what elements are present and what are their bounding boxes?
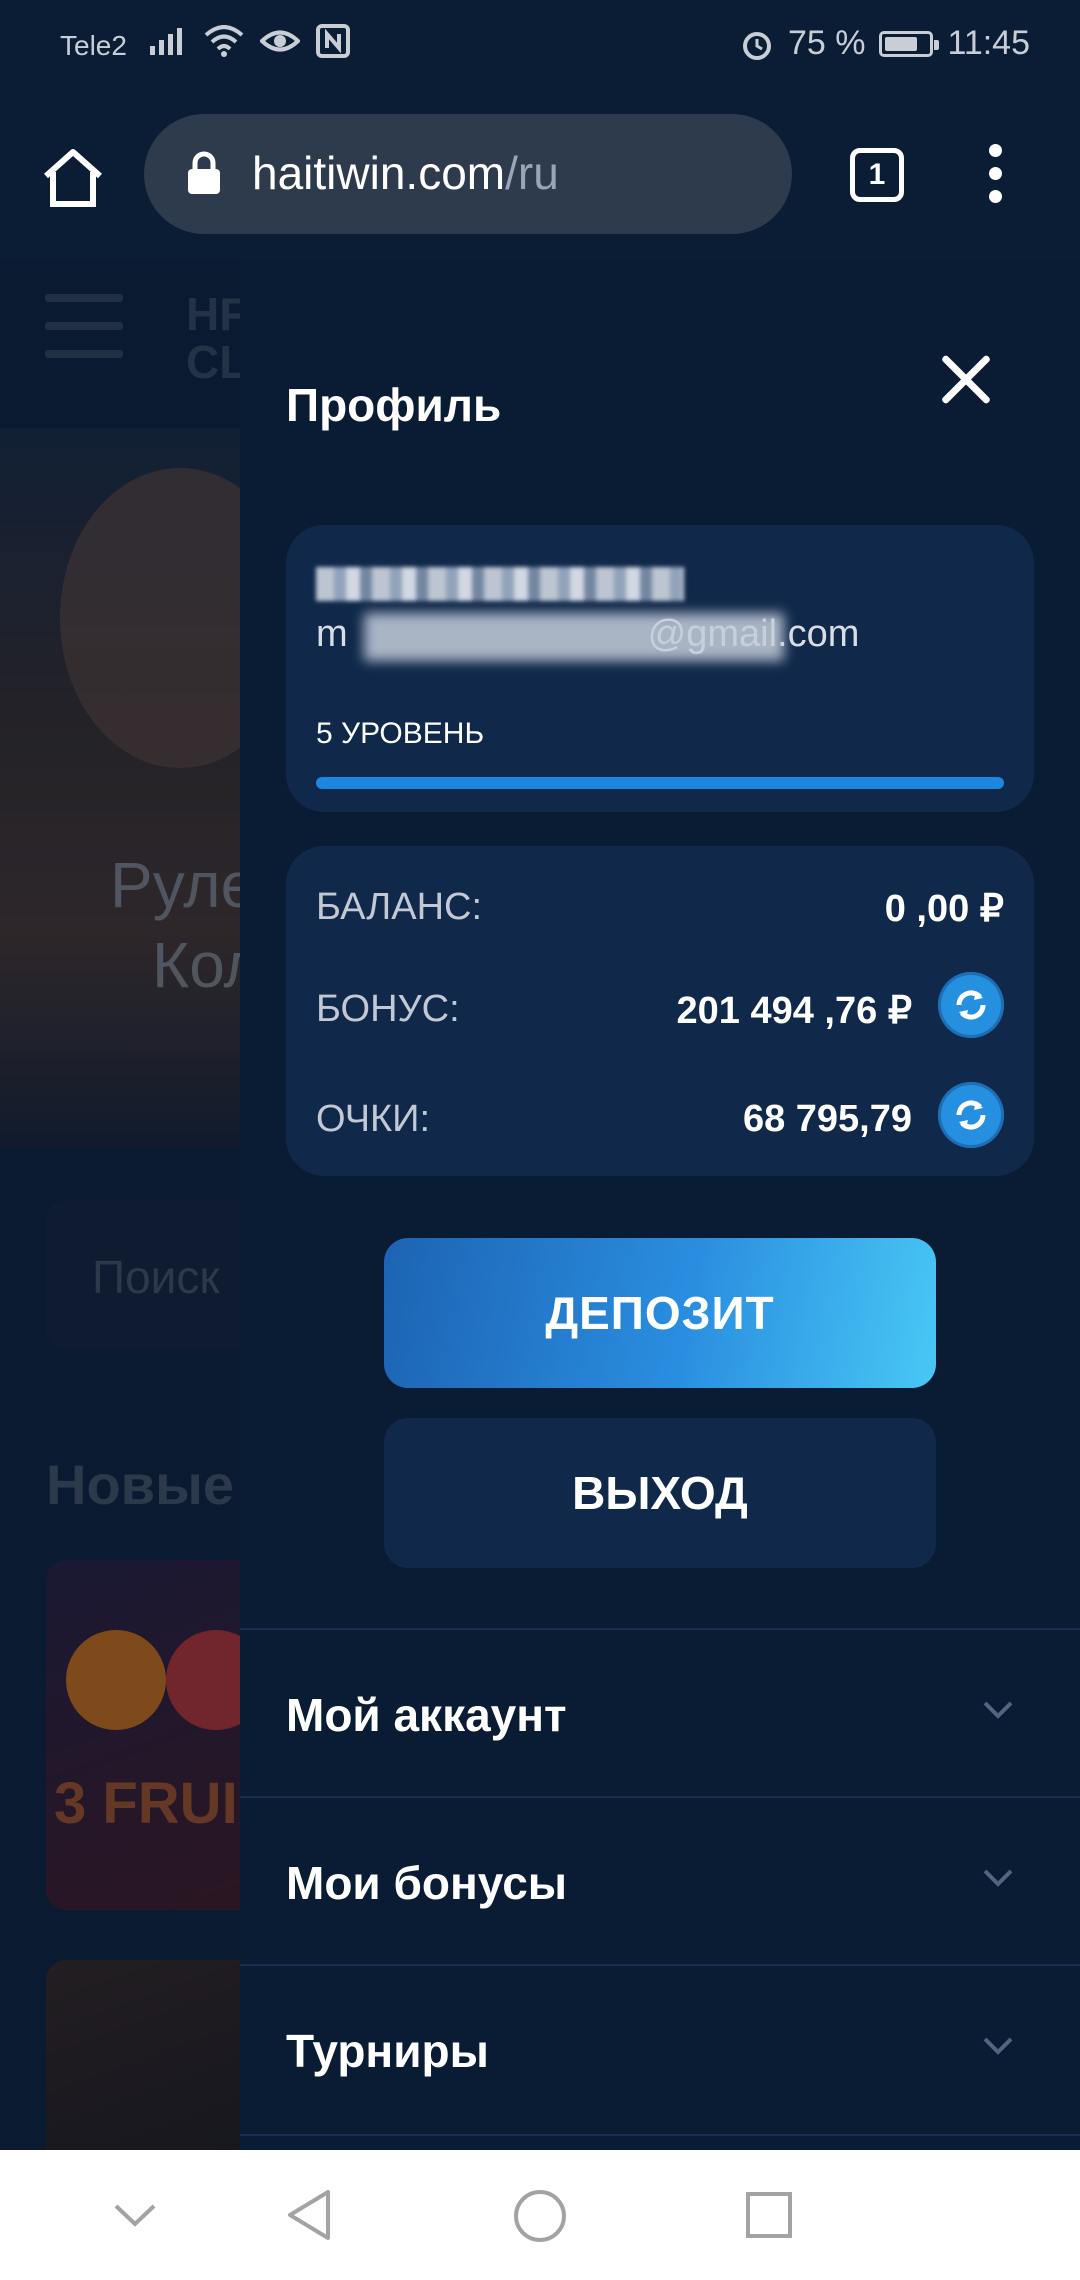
level-progress-fill [316, 777, 1004, 789]
system-nav-bar [0, 2150, 1080, 2280]
profile-panel: Профиль m@gmail.com 5 УРОВЕНЬ БАЛАНС: 0 … [240, 260, 1080, 2150]
hide-keyboard-icon[interactable] [112, 2202, 158, 2230]
menu-item-label: Мои бонусы [286, 1857, 568, 1909]
bonus-row: БОНУС: 201 494 ,76 ₽ [316, 972, 1004, 1038]
chevron-down-icon [983, 2037, 1013, 2055]
nfc-icon [316, 24, 350, 58]
menu-item-label: Турниры [286, 2025, 489, 2077]
refresh-points-icon[interactable] [938, 1082, 1004, 1148]
url-text: haitiwin.com/ru [252, 146, 559, 200]
tab-switcher-button[interactable]: 1 [850, 148, 904, 202]
menu-item-tournaments[interactable]: Турниры [240, 1964, 1080, 2136]
redacted-email [364, 613, 784, 661]
points-value: 68 795,79 [742, 1098, 912, 1140]
wifi-icon [204, 25, 244, 57]
signal-icon [150, 28, 182, 55]
balance-value: 0 ,00 ₽ [884, 888, 1004, 930]
chevron-down-icon [983, 1869, 1013, 1887]
url-path: /ru [505, 147, 559, 199]
menu-item-my-bonuses[interactable]: Мои бонусы [240, 1796, 1080, 1966]
balance-row: БАЛАНС: 0 ,00 ₽ [316, 876, 1004, 936]
status-bar: Tele2 75 % 11:45 [0, 0, 1080, 92]
logout-button[interactable]: ВЫХОД [384, 1418, 936, 1568]
status-icons-left [148, 24, 350, 58]
lock-icon [188, 151, 220, 194]
alarm-icon [742, 31, 771, 60]
menu-item-label: Мой аккаунт [286, 1689, 567, 1741]
points-row: ОЧКИ: 68 795,79 [316, 1082, 1004, 1148]
overlay-scrim[interactable] [0, 260, 240, 2150]
overflow-menu-icon[interactable] [980, 144, 1010, 214]
panel-title: Профиль [286, 379, 502, 431]
user-card: m@gmail.com 5 УРОВЕНЬ [286, 525, 1034, 812]
points-label: ОЧКИ: [316, 1098, 431, 1140]
clock: 11:45 [947, 24, 1030, 62]
refresh-bonus-icon[interactable] [938, 972, 1004, 1038]
status-icons-right: 75 % 11:45 [740, 24, 1030, 63]
battery-level [885, 36, 918, 51]
back-icon[interactable] [284, 2188, 334, 2242]
balance-card: БАЛАНС: 0 ,00 ₽ БОНУС: 201 494 ,76 ₽ ОЧК… [286, 846, 1034, 1176]
level-progress-bar [316, 777, 1004, 789]
url-domain: haitiwin.com [252, 147, 506, 199]
deposit-button[interactable]: ДЕПОЗИТ [384, 1238, 936, 1388]
battery-percent: 75 % [787, 24, 866, 62]
address-bar[interactable]: haitiwin.com/ru [144, 114, 792, 234]
carrier-name: Tele2 [60, 30, 127, 61]
redacted-username [316, 567, 684, 601]
bonus-value: 201 494 ,76 ₽ [676, 990, 912, 1032]
menu-item-my-account[interactable]: Мой аккаунт [240, 1628, 1080, 1798]
eye-icon [260, 30, 300, 52]
bonus-label: БОНУС: [316, 988, 460, 1030]
home-icon[interactable] [38, 142, 108, 212]
close-icon[interactable] [936, 350, 996, 410]
browser-toolbar: haitiwin.com/ru 1 [0, 92, 1080, 260]
chevron-down-icon [983, 1701, 1013, 1719]
balance-label: БАЛАНС: [316, 886, 483, 928]
home-nav-icon[interactable] [512, 2188, 568, 2244]
battery-icon [879, 30, 940, 57]
user-level: 5 УРОВЕНЬ [316, 717, 485, 750]
recents-icon[interactable] [744, 2190, 794, 2240]
